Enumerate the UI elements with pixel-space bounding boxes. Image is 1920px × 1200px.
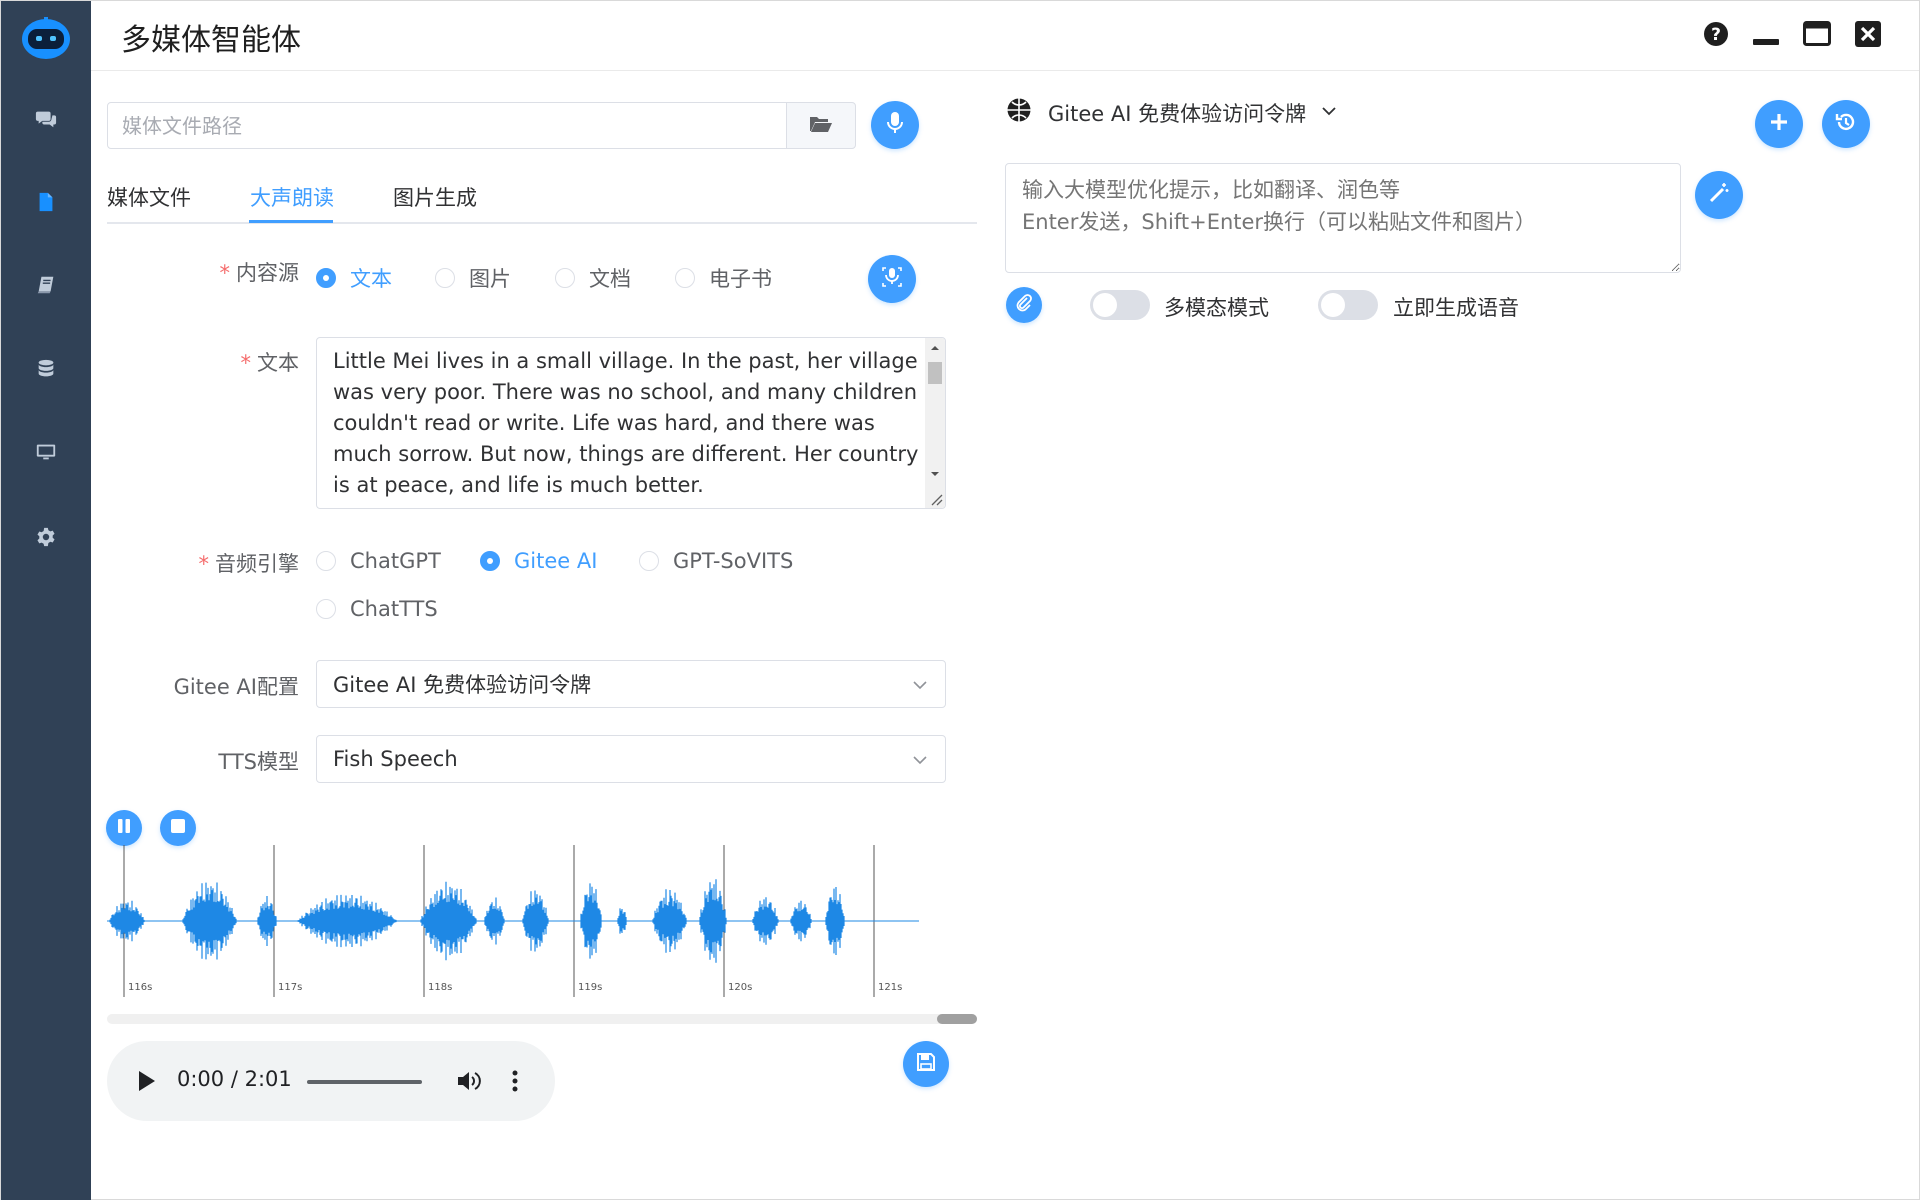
radio-engine-gpt-sovits[interactable]: GPT-SoVITS	[639, 549, 793, 573]
speech-recognition-button[interactable]	[868, 255, 916, 303]
sidebar-item-settings[interactable]	[1, 509, 91, 569]
history-button[interactable]	[1822, 100, 1870, 148]
gitee-config-select[interactable]: Gitee AI 免费体验访问令牌	[316, 660, 946, 708]
microphone-icon	[885, 111, 905, 139]
waveform-tick-label: 120s	[728, 982, 752, 993]
maximize-button[interactable]	[1802, 21, 1832, 51]
attach-file-button[interactable]	[1006, 287, 1042, 323]
help-button[interactable]: ?	[1701, 21, 1731, 51]
magic-wand-icon	[1708, 182, 1730, 208]
chevron-down-icon	[911, 675, 929, 699]
playback-progress[interactable]	[307, 1080, 422, 1084]
gear-icon	[35, 526, 57, 552]
sidebar-item-document[interactable]	[1, 174, 91, 234]
maximize-icon	[1803, 21, 1831, 51]
text-input[interactable]: Little Mei lives in a small village. In …	[316, 337, 946, 509]
minimize-icon	[1752, 20, 1780, 52]
sidebar	[1, 1, 91, 1200]
audio-waveform[interactable]: 116s 117s 118s 119s 120s 121s	[107, 841, 927, 1001]
sidebar-item-monitor[interactable]	[1, 424, 91, 484]
media-path-input[interactable]	[107, 102, 787, 149]
radio-engine-chattts[interactable]: ChatTTS	[316, 597, 438, 621]
save-icon	[916, 1052, 936, 1076]
folder-open-icon	[809, 114, 833, 138]
waveform-tick-label: 118s	[428, 982, 452, 993]
app-title: 多媒体智能体	[121, 23, 301, 58]
waveform-scrollbar[interactable]	[107, 1014, 977, 1024]
play-button[interactable]	[135, 1069, 157, 1097]
sidebar-item-chat[interactable]	[1, 91, 91, 151]
text-label: * 文本	[240, 351, 300, 375]
more-options-button[interactable]	[511, 1069, 519, 1097]
tts-model-select[interactable]: Fish Speech	[316, 735, 946, 783]
active-tab-indicator	[249, 220, 333, 223]
generate-voice-toggle[interactable]	[1318, 290, 1378, 320]
browse-folder-button[interactable]	[786, 102, 856, 149]
multimodal-label: 多模态模式	[1164, 296, 1269, 320]
waveform-tick-label: 121s	[878, 982, 902, 993]
tts-model-value: Fish Speech	[333, 747, 458, 771]
prompt-input[interactable]	[1005, 163, 1681, 273]
save-audio-button[interactable]	[903, 1041, 949, 1087]
chevron-down-icon	[911, 750, 929, 774]
database-icon	[35, 358, 57, 384]
radio-source-document[interactable]: 文档	[555, 263, 631, 293]
radio-source-image[interactable]: 图片	[435, 263, 511, 293]
tab-read-aloud[interactable]: 大声朗读	[250, 182, 334, 212]
pause-icon	[116, 818, 132, 838]
app-window: 多媒体智能体 ? 媒体文件路径 媒体文件 大声朗读 图片生成 * 内容源 文本 …	[0, 0, 1920, 1200]
tab-bar: 媒体文件 大声朗读 图片生成	[107, 176, 977, 224]
gitee-config-label: Gitee AI配置	[173, 675, 299, 699]
close-button[interactable]	[1853, 21, 1883, 51]
paperclip-icon	[1015, 294, 1033, 316]
monitor-icon	[35, 441, 57, 467]
llm-model-select[interactable]: Gitee AI 免费体验访问令牌	[1006, 97, 1338, 128]
tab-image-generation[interactable]: 图片生成	[393, 182, 477, 212]
globe-icon	[1006, 97, 1032, 128]
minimize-button[interactable]	[1751, 21, 1781, 51]
voice-scan-icon	[881, 266, 903, 292]
history-icon	[1835, 111, 1857, 137]
optimize-prompt-button[interactable]	[1695, 171, 1743, 219]
svg-text:?: ?	[1711, 25, 1721, 45]
close-icon	[1855, 21, 1881, 51]
plus-icon	[1769, 112, 1789, 136]
radio-source-text[interactable]: 文本	[316, 263, 392, 293]
help-icon: ?	[1703, 21, 1729, 51]
radio-source-ebook[interactable]: 电子书	[675, 263, 772, 293]
audio-player: 0:00 / 2:01	[107, 1041, 555, 1121]
tts-model-label: TTS模型	[218, 750, 299, 774]
waveform-tick-label: 117s	[278, 982, 302, 993]
voice-input-button[interactable]	[871, 101, 919, 149]
playback-time: 0:00 / 2:01	[177, 1067, 292, 1091]
resize-grip-icon[interactable]	[929, 492, 943, 506]
sidebar-item-database[interactable]	[1, 341, 91, 401]
gitee-config-value: Gitee AI 免费体验访问令牌	[333, 673, 592, 697]
document-icon	[35, 191, 57, 217]
audio-engine-label: * 音频引擎	[198, 552, 300, 576]
chat-icon	[35, 108, 57, 134]
text-scrollbar[interactable]	[925, 338, 945, 508]
waveform-tick-label: 116s	[128, 982, 152, 993]
volume-button[interactable]	[456, 1069, 482, 1097]
text-content: Little Mei lives in a small village. In …	[333, 349, 919, 497]
generate-voice-label: 立即生成语音	[1393, 296, 1519, 320]
stop-icon	[170, 818, 186, 838]
title-bar: 多媒体智能体 ?	[91, 1, 1919, 71]
tab-media-file[interactable]: 媒体文件	[107, 182, 191, 212]
content-source-label: * 内容源	[219, 261, 300, 285]
book-icon	[35, 274, 57, 300]
multimodal-toggle[interactable]	[1090, 290, 1150, 320]
robot-logo-icon	[21, 15, 71, 61]
chevron-down-icon	[1320, 101, 1338, 125]
radio-engine-chatgpt[interactable]: ChatGPT	[316, 549, 441, 573]
llm-model-value: Gitee AI 免费体验访问令牌	[1048, 101, 1307, 126]
radio-engine-gitee-ai[interactable]: Gitee AI	[480, 549, 597, 573]
new-chat-button[interactable]	[1755, 100, 1803, 148]
sidebar-item-book[interactable]	[1, 257, 91, 317]
waveform-tick-label: 119s	[578, 982, 602, 993]
